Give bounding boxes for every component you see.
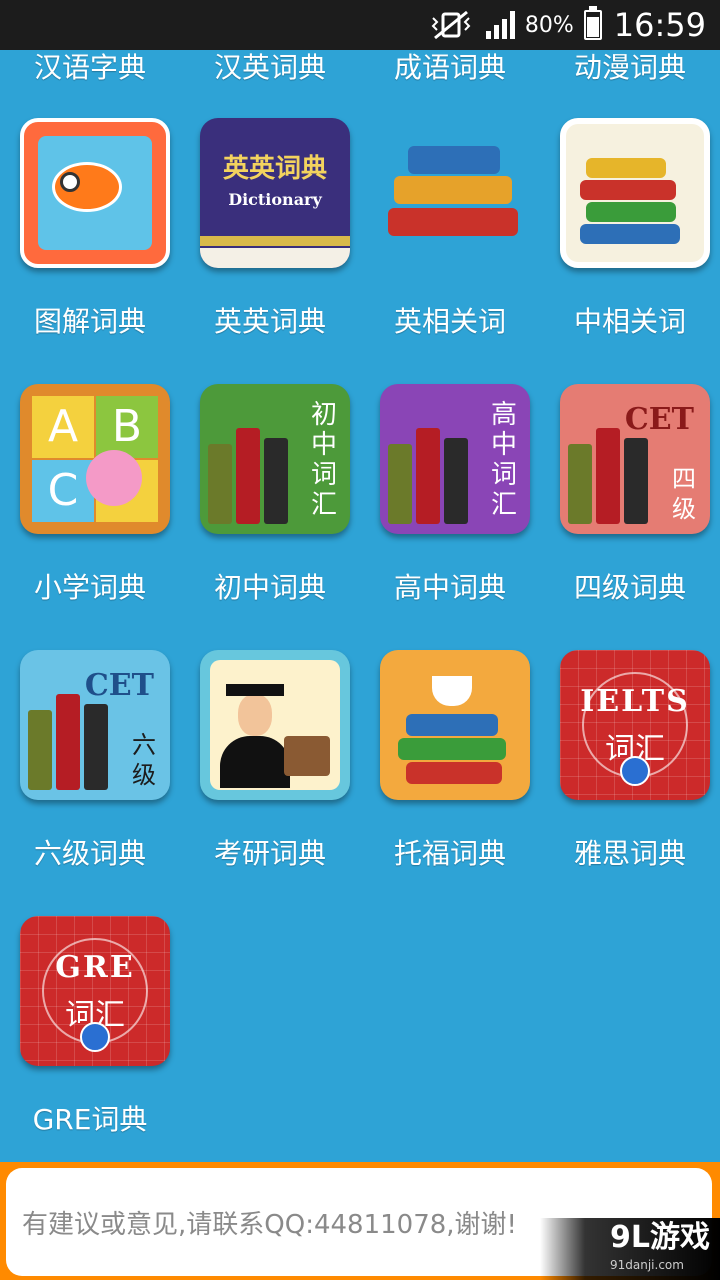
watermark-logo: 9L游戏 [610,1220,710,1255]
letter-a: A [47,401,79,452]
app-row: 图解词典 英英词典 Dictionary 英英词典 英相关词 中相关词 [0,90,720,356]
app-row: CET 六级 六级词典 考研词典 托福词典 IELTS 词汇 雅思词典 [0,622,720,888]
battery-charging-icon [583,6,602,40]
icon-vertical-text: 六级 [132,731,156,789]
app-tile-toefl[interactable]: 托福词典 [360,622,540,888]
dictionary-grid: 汉语字典 汉英词典 成语词典 动漫词典 图解词典 英英词典 Dictionary… [0,50,720,1154]
app-label[interactable]: 托福词典 [360,836,540,872]
app-label[interactable]: GRE词典 [0,1102,180,1138]
app-label[interactable]: 汉语字典 [0,50,180,90]
icon-title: 英英词典 [222,154,327,184]
dictionary-book-icon[interactable]: 英英词典 Dictionary [200,118,350,268]
star-character-icon [86,450,142,506]
clownfish-icon[interactable] [20,118,170,268]
app-tile-cet4[interactable]: CET 四级 四级词典 [540,356,720,622]
app-label[interactable]: 考研词典 [180,836,360,872]
app-tile-english-related[interactable]: 英相关词 [360,90,540,356]
gre-icon[interactable]: GRE 词汇 [20,916,170,1066]
app-tile-illustrated-dictionary[interactable]: 图解词典 [0,90,180,356]
app-label[interactable]: 汉英词典 [180,50,360,90]
app-row: GRE 词汇 GRE词典 [0,888,720,1154]
app-label[interactable]: 六级词典 [0,836,180,872]
battery-percent: 80% [524,12,574,38]
app-label[interactable]: 雅思词典 [540,836,720,872]
watermark-site: 91danji.com [610,1258,684,1272]
app-label[interactable]: 动漫词典 [540,50,720,90]
app-tile-primary[interactable]: A B C 小学词典 [0,356,180,622]
app-tile-english-english[interactable]: 英英词典 Dictionary 英英词典 [180,90,360,356]
app-label[interactable]: 图解词典 [0,304,180,340]
signal-icon [483,11,515,39]
app-tile-cet6[interactable]: CET 六级 六级词典 [0,622,180,888]
senior-vocab-icon[interactable]: 高中词汇 [380,384,530,534]
book-stack-icon[interactable] [380,118,530,268]
icon-vertical-text: 四级 [672,465,696,523]
app-label[interactable]: 中相关词 [540,304,720,340]
app-row: A B C 小学词典 初中词汇 初中词典 高中词汇 高中词典 CET 四级 四级… [0,356,720,622]
icon-title: IELTS [580,684,690,719]
top-row-labels: 汉语字典 汉英词典 成语词典 动漫词典 [0,50,720,90]
teacup-books-icon[interactable] [380,650,530,800]
app-tile-senior[interactable]: 高中词汇 高中词典 [360,356,540,622]
letter-c: C [47,465,79,516]
app-label[interactable]: 英相关词 [360,304,540,340]
app-label[interactable]: 初中词典 [180,570,360,606]
junior-vocab-icon[interactable]: 初中词汇 [200,384,350,534]
app-tile-ielts[interactable]: IELTS 词汇 雅思词典 [540,622,720,888]
globe-icon [620,756,650,786]
globe-icon [80,1022,110,1052]
app-label[interactable]: 成语词典 [360,50,540,90]
icon-vertical-text: 高中词汇 [490,400,517,520]
app-label[interactable]: 英英词典 [180,304,360,340]
books-glasses-icon[interactable] [560,118,710,268]
status-bar: 80% 16:59 [0,0,720,50]
app-label[interactable]: 小学词典 [0,570,180,606]
watermark: 9L游戏 91danji.com [540,1218,720,1280]
ielts-icon[interactable]: IELTS 词汇 [560,650,710,800]
icon-title: GRE [55,950,135,985]
icon-subtitle: Dictionary [228,190,322,209]
mute-vibrate-icon [429,10,473,40]
cet4-icon[interactable]: CET 四级 [560,384,710,534]
app-tile-postgraduate[interactable]: 考研词典 [180,622,360,888]
icon-vertical-text: 初中词汇 [310,400,337,520]
app-tile-gre[interactable]: GRE 词汇 GRE词典 [0,888,180,1154]
clock: 16:59 [613,6,706,44]
abc-star-icon[interactable]: A B C [20,384,170,534]
app-tile-junior[interactable]: 初中词汇 初中词典 [180,356,360,622]
cet6-icon[interactable]: CET 六级 [20,650,170,800]
app-label[interactable]: 高中词典 [360,570,540,606]
graduate-icon[interactable] [200,650,350,800]
app-label[interactable]: 四级词典 [540,570,720,606]
letter-b: B [111,401,143,452]
app-tile-chinese-related[interactable]: 中相关词 [540,90,720,356]
